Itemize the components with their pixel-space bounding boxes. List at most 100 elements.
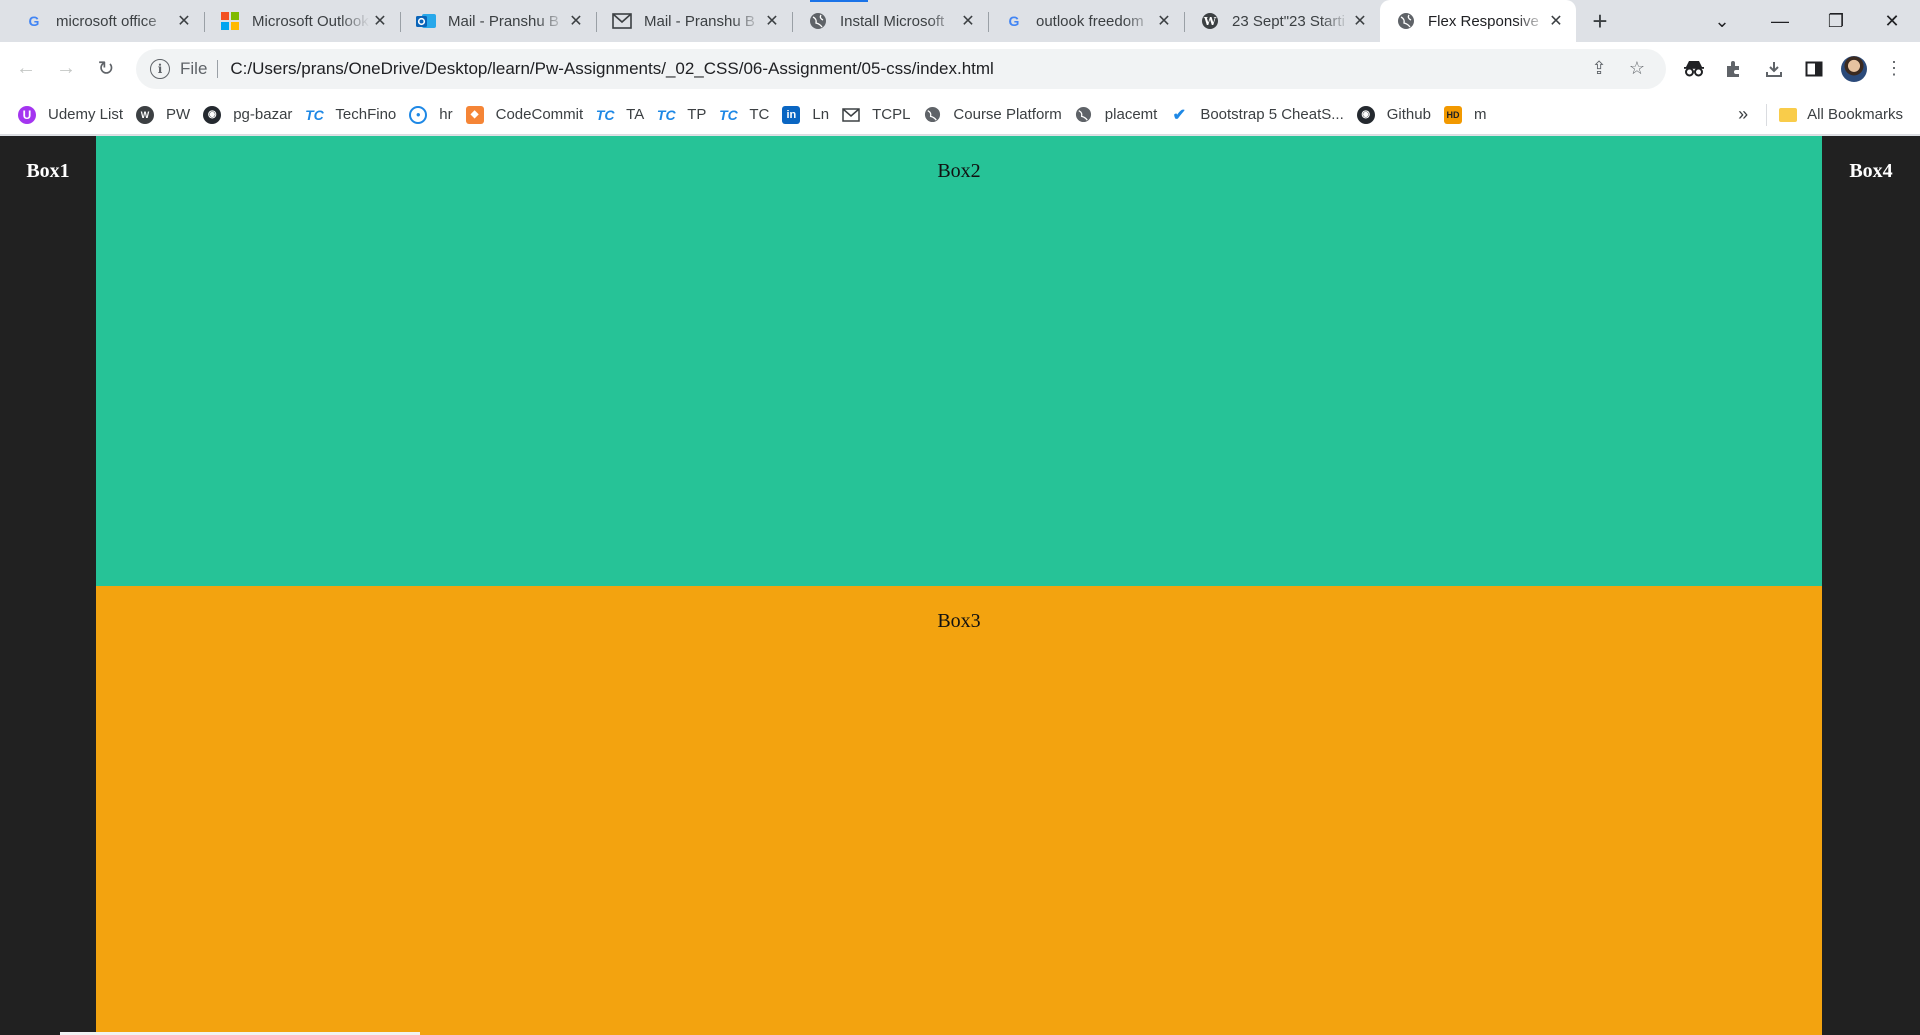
close-icon[interactable]: ✕ [958,11,978,31]
browser-toolbar: ← → ↻ i File C:/Users/prans/OneDrive/Des… [0,42,1920,95]
reload-icon[interactable]: ↻ [86,49,126,89]
tc-icon: TC [595,106,615,123]
svg-text:W: W [1203,15,1217,28]
bookmark-label: TCPL [872,106,911,123]
bookmark-course-platform[interactable]: Course Platform [919,100,1070,130]
tab-title: Mail - Pranshu B [448,12,559,30]
restore-icon[interactable]: ❐ [1808,0,1864,42]
bookmarks-divider [1766,103,1768,126]
bookmark-techfino[interactable]: TC TechFino [301,100,405,130]
bookmark-label: CodeCommit [495,106,584,123]
bookmark-ln[interactable]: in Ln [778,100,838,130]
globe-icon [923,106,941,124]
bookmarks-overflow-button[interactable]: » [1728,104,1758,125]
page-viewport: Box1 Box2 Box3 Box4 [0,136,1920,1035]
mail-icon [842,106,860,124]
box4: Box4 [1849,160,1893,182]
aws-icon: ◆ [465,105,484,124]
bookmark-hr[interactable]: ● hr [405,100,461,130]
bookmark-label: pg-bazar [233,106,293,123]
bookmark-label: m [1473,106,1487,123]
tab-title: Mail - Pranshu B [644,12,755,30]
github-icon: ◉ [1356,105,1375,124]
bookmark-tp[interactable]: TC TP [653,100,715,130]
bookmark-label: TechFino [335,106,397,123]
bookmark-star-icon[interactable]: ☆ [1618,50,1656,88]
profile-avatar[interactable] [1834,49,1874,89]
close-icon[interactable]: ✕ [370,11,390,31]
tab-title: Flex Responsive [1428,12,1539,30]
tab-1[interactable]: Microsoft Outlook ✕ [204,0,400,42]
bookmark-pg-bazar[interactable]: ◉ pg-bazar [199,100,301,130]
wordpress-icon: W [1200,11,1220,31]
minimize-icon[interactable]: — [1752,0,1808,42]
bookmark-codecommit[interactable]: ◆ CodeCommit [462,100,593,130]
bookmark-github[interactable]: ◉ Github [1353,100,1440,130]
avatar [1841,55,1867,82]
back-icon[interactable]: ← [6,49,46,89]
tab-title: microsoft office [56,12,157,30]
address-bar[interactable]: i File C:/Users/prans/OneDrive/Desktop/l… [136,48,1666,89]
tab-7-active[interactable]: Flex Responsive ✕ [1380,0,1576,42]
bookmark-pw[interactable]: W PW [132,100,199,130]
bookmark-placemt[interactable]: placemt [1071,100,1167,130]
new-tab-button[interactable]: + [1580,0,1620,42]
box3: Box3 [96,585,1822,1035]
close-icon[interactable]: ✕ [1546,11,1566,31]
tab-2[interactable]: Mail - Pranshu B ✕ [400,0,596,42]
bookmark-tc[interactable]: TC TC [715,100,778,130]
close-icon[interactable]: ✕ [566,11,586,31]
tab-title: outlook freedom [1036,12,1144,30]
tab-5[interactable]: G outlook freedom ✕ [988,0,1184,42]
bookmark-ta[interactable]: TC TA [592,100,653,130]
close-icon[interactable]: ✕ [174,11,194,31]
hr-icon: ● [409,105,428,124]
bookmarks-bar: U Udemy List W PW ◉ pg-bazar TC TechFino… [0,95,1920,135]
bookmark-label: Bootstrap 5 CheatS... [1200,106,1344,123]
side-panel-icon[interactable] [1794,49,1834,89]
udemy-icon: U [18,105,36,124]
check-icon: ✔ [1172,106,1187,124]
forward-icon[interactable]: → [46,49,86,89]
tc-icon: TC [656,106,676,123]
incognito-extension-icon[interactable] [1674,49,1714,89]
bookmark-m[interactable]: HD m [1440,100,1496,130]
box2: Box2 [96,136,1822,586]
bookmark-label: TC [749,106,770,123]
pw-icon: W [136,105,155,124]
globe-icon [1396,11,1416,31]
bookmark-udemy-list[interactable]: U Udemy List [14,100,132,130]
box1: Box1 [26,160,70,182]
tab-title: 23 Sept"23 Starti [1232,12,1345,30]
site-info-icon[interactable]: i [150,58,170,79]
close-icon[interactable]: ✕ [762,11,782,31]
tab-4[interactable]: Install Microsoft ✕ [792,0,988,42]
microsoft-icon [220,11,240,31]
outlook-icon [416,11,436,31]
all-bookmarks-label: All Bookmarks [1807,106,1903,123]
bookmark-label: Ln [812,106,830,123]
extensions-icon[interactable] [1714,49,1754,89]
bookmark-label: TP [687,106,707,123]
bookmark-label: Github [1386,106,1431,123]
close-icon[interactable]: ✕ [1350,11,1370,31]
flex-container: Box1 Box2 Box3 Box4 [0,136,1920,1035]
window-close-icon[interactable]: ✕ [1864,0,1920,42]
all-bookmarks-button[interactable]: All Bookmarks [1775,100,1912,130]
tab-0[interactable]: G microsoft office ✕ [8,0,204,42]
download-icon[interactable] [1754,49,1794,89]
close-icon[interactable]: ✕ [1154,11,1174,31]
hd-icon: HD [1443,105,1462,124]
tab-search-icon[interactable]: ⌄ [1696,0,1748,42]
address-url[interactable]: C:/Users/prans/OneDrive/Desktop/learn/Pw… [230,59,1580,79]
share-icon[interactable]: ⇪ [1580,50,1618,88]
middle-column: Box2 Box3 [96,136,1822,1035]
globe-icon [808,11,828,31]
window-controls: ⌄ — ❐ ✕ [1696,0,1920,42]
bookmark-tcpl[interactable]: TCPL [838,100,919,130]
menu-kebab-icon[interactable]: ⋮ [1874,49,1914,89]
tab-3[interactable]: Mail - Pranshu B ✕ [596,0,792,42]
tab-6[interactable]: W 23 Sept"23 Starti ✕ [1184,0,1380,42]
mail-icon [612,11,632,31]
bookmark-bootstrap-cheatsheet[interactable]: ✔ Bootstrap 5 CheatS... [1166,100,1352,130]
